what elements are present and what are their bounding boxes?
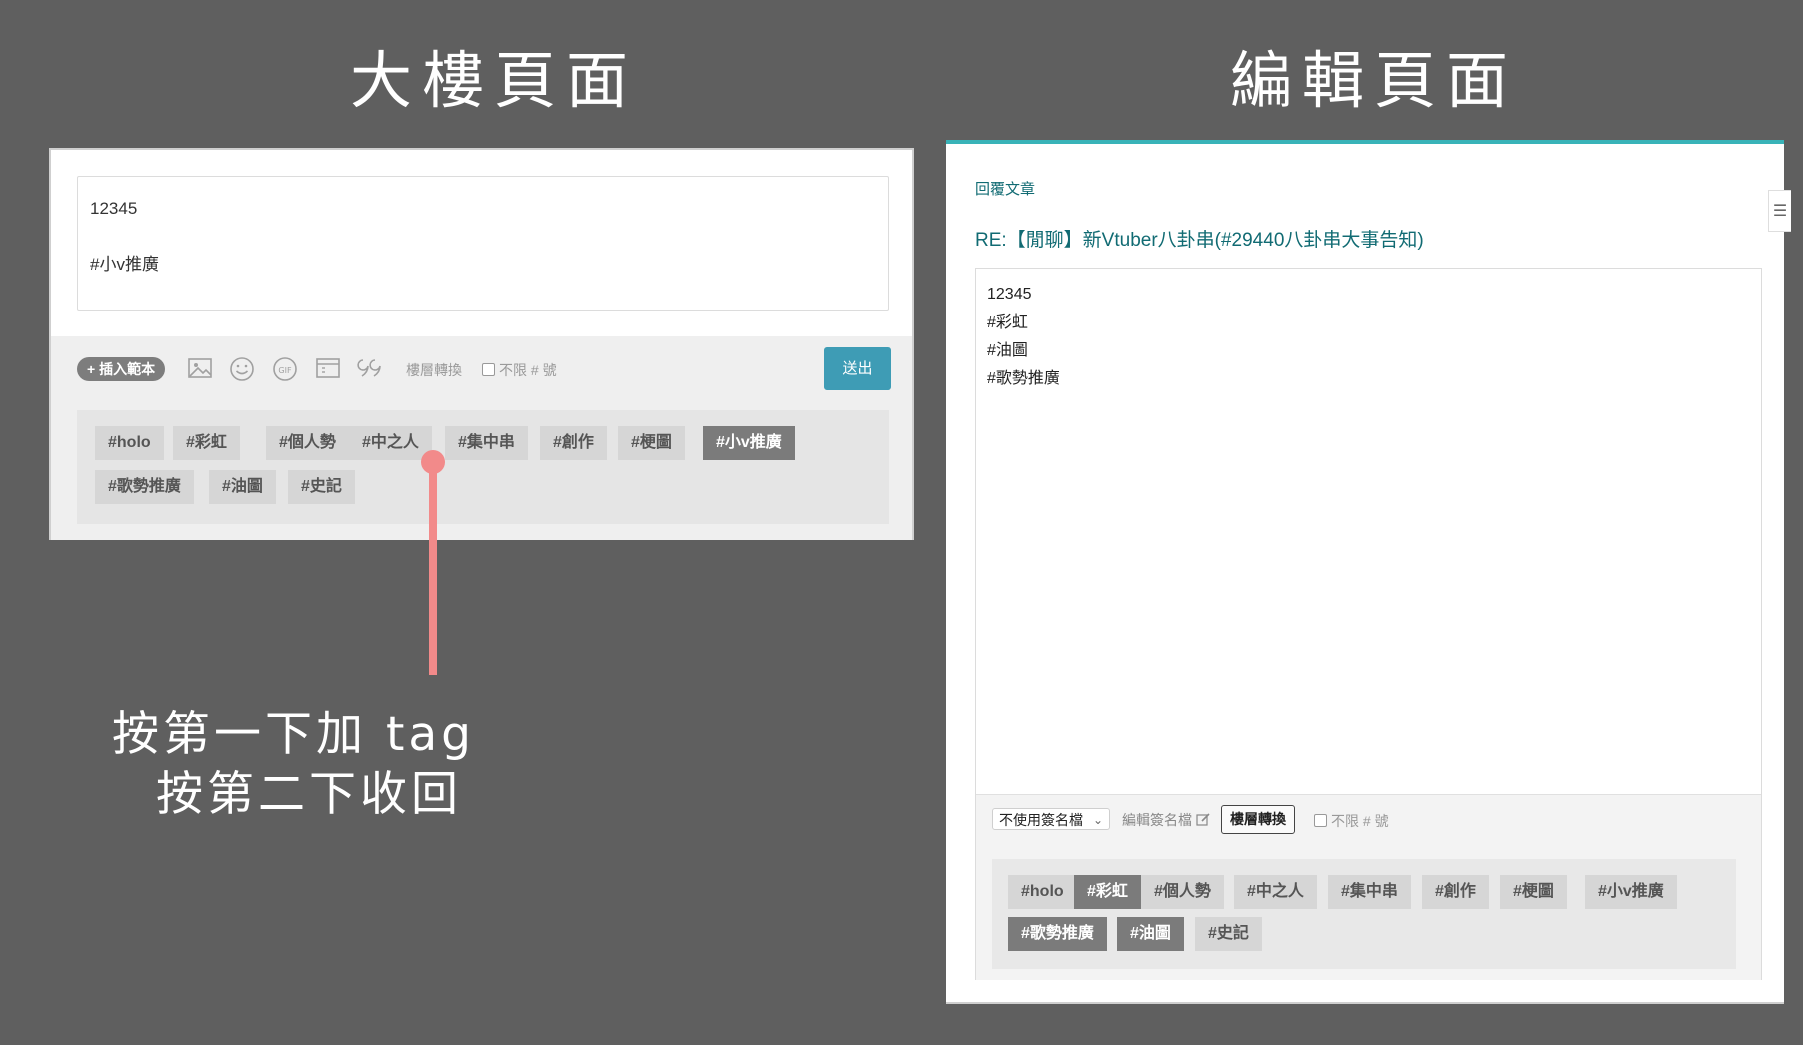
signature-select[interactable]: 不使用簽名檔 ⌄ xyxy=(992,808,1110,830)
edit-signature-link[interactable]: 編輯簽名檔 xyxy=(1122,810,1211,830)
tag-small-v-promo[interactable]: #小v推廣 xyxy=(1585,875,1677,909)
tag-rainbow[interactable]: #彩虹 xyxy=(1074,875,1141,909)
tag-collection[interactable]: #集中串 xyxy=(445,426,528,460)
edit-signature-label: 編輯簽名檔 xyxy=(1122,812,1192,828)
floor-convert-link[interactable]: 樓層轉換 xyxy=(406,360,462,380)
tag-history[interactable]: #史記 xyxy=(288,470,355,504)
unlimited-hash-label: 不限 # 號 xyxy=(1331,813,1389,829)
signature-select-value: 不使用簽名檔 xyxy=(999,812,1083,828)
floor-convert-button[interactable]: 樓層轉換 xyxy=(1221,805,1295,834)
unlimited-hash-checkbox[interactable] xyxy=(1314,814,1327,827)
unlimited-hash-checkbox[interactable] xyxy=(482,363,495,376)
tag-holo[interactable]: #holo xyxy=(95,426,164,460)
callout-text-second-click: 按第二下收回 xyxy=(156,767,462,822)
reply-title: RE:【閒聊】新Vtuber八卦串(#29440八卦串大事告知) xyxy=(975,230,1424,251)
svg-text:GIF: GIF xyxy=(278,366,292,375)
edit-toolbar: 不使用簽名檔 ⌄ 編輯簽名檔 樓層轉換 不限 # 號 #holo #彩虹 #個人… xyxy=(976,794,1761,980)
tag-history[interactable]: #史記 xyxy=(1195,917,1262,951)
send-button[interactable]: 送出 xyxy=(824,347,891,390)
reply-toolbar: + 插入範本 GIF 樓層轉換 不限 # 號 送出 #holo #彩虹 #個人勢… xyxy=(51,336,912,540)
emoji-icon[interactable] xyxy=(228,356,256,384)
side-menu-icon[interactable]: ☰ xyxy=(1768,190,1791,232)
tag-song-promo[interactable]: #歌勢推廣 xyxy=(95,470,194,504)
reply-article-label: 回覆文章 xyxy=(975,181,1036,198)
text-line: 12345 xyxy=(987,286,1032,303)
tag-creation[interactable]: #創作 xyxy=(1422,875,1489,909)
text-line: #彩虹 xyxy=(987,314,1028,331)
tag-box: #holo #彩虹 #個人勢 #中之人 #集中串 #創作 #梗圖 #小v推廣 #… xyxy=(77,410,889,524)
unlimited-hash-option[interactable]: 不限 # 號 xyxy=(482,360,557,380)
reply-textbox[interactable]: 12345 #小v推廣 xyxy=(77,176,889,311)
chevron-down-icon: ⌄ xyxy=(1092,813,1103,827)
edit-textarea[interactable]: 12345 #彩虹 #油圖 #歌勢推廣 不使用簽名檔 ⌄ 編輯簽名檔 樓層轉換 … xyxy=(975,268,1762,980)
unlimited-hash-option[interactable]: 不限 # 號 xyxy=(1314,811,1389,831)
unlimited-hash-label: 不限 # 號 xyxy=(499,362,557,378)
textbox-line: 12345 xyxy=(90,199,138,218)
calendar-icon[interactable] xyxy=(314,356,342,384)
tag-holo[interactable]: #holo xyxy=(1008,875,1077,909)
callout-dot xyxy=(421,450,445,474)
tag-oil-painting[interactable]: #油圖 xyxy=(1117,917,1184,951)
textbox-line xyxy=(90,223,876,251)
image-icon[interactable] xyxy=(186,356,214,384)
tag-rainbow[interactable]: #彩虹 xyxy=(173,426,240,460)
tag-oil-painting[interactable]: #油圖 xyxy=(209,470,276,504)
edit-text: 12345 #彩虹 #油圖 #歌勢推廣 xyxy=(987,281,1060,393)
gif-icon[interactable]: GIF xyxy=(271,356,299,384)
tag-meme[interactable]: #梗圖 xyxy=(1500,875,1567,909)
tag-nakanohito[interactable]: #中之人 xyxy=(1234,875,1317,909)
tag-indie[interactable]: #個人勢 xyxy=(1141,875,1224,909)
text-line: #歌勢推廣 xyxy=(987,370,1060,387)
panel-bottom-border xyxy=(946,1002,1784,1004)
edit-page-panel: 回覆文章 RE:【閒聊】新Vtuber八卦串(#29440八卦串大事告知) 12… xyxy=(946,140,1784,1004)
callout-text-first-click: 按第一下加 tag xyxy=(112,707,476,762)
left-heading: 大樓頁面 xyxy=(350,44,639,117)
quote-icon[interactable] xyxy=(357,356,385,384)
textbox-line: #小v推廣 xyxy=(90,255,159,274)
tag-indie[interactable]: #個人勢 xyxy=(266,426,349,460)
tag-collection[interactable]: #集中串 xyxy=(1328,875,1411,909)
tag-box: #holo #彩虹 #個人勢 #中之人 #集中串 #創作 #梗圖 #小v推廣 #… xyxy=(992,859,1736,969)
tag-nakanohito[interactable]: #中之人 xyxy=(349,426,432,460)
callout-line xyxy=(429,462,437,675)
insert-template-button[interactable]: + 插入範本 xyxy=(77,357,166,381)
floor-page-panel: 12345 #小v推廣 + 插入範本 GIF 樓層轉換 不限 # 號 送出 #h… xyxy=(49,148,914,540)
tag-meme[interactable]: #梗圖 xyxy=(618,426,685,460)
tag-creation[interactable]: #創作 xyxy=(540,426,607,460)
tag-song-promo[interactable]: #歌勢推廣 xyxy=(1008,917,1107,951)
right-heading: 編輯頁面 xyxy=(1230,44,1519,117)
edit-icon xyxy=(1196,812,1211,828)
tag-small-v-promo[interactable]: #小v推廣 xyxy=(703,426,795,460)
text-line: #油圖 xyxy=(987,342,1028,359)
